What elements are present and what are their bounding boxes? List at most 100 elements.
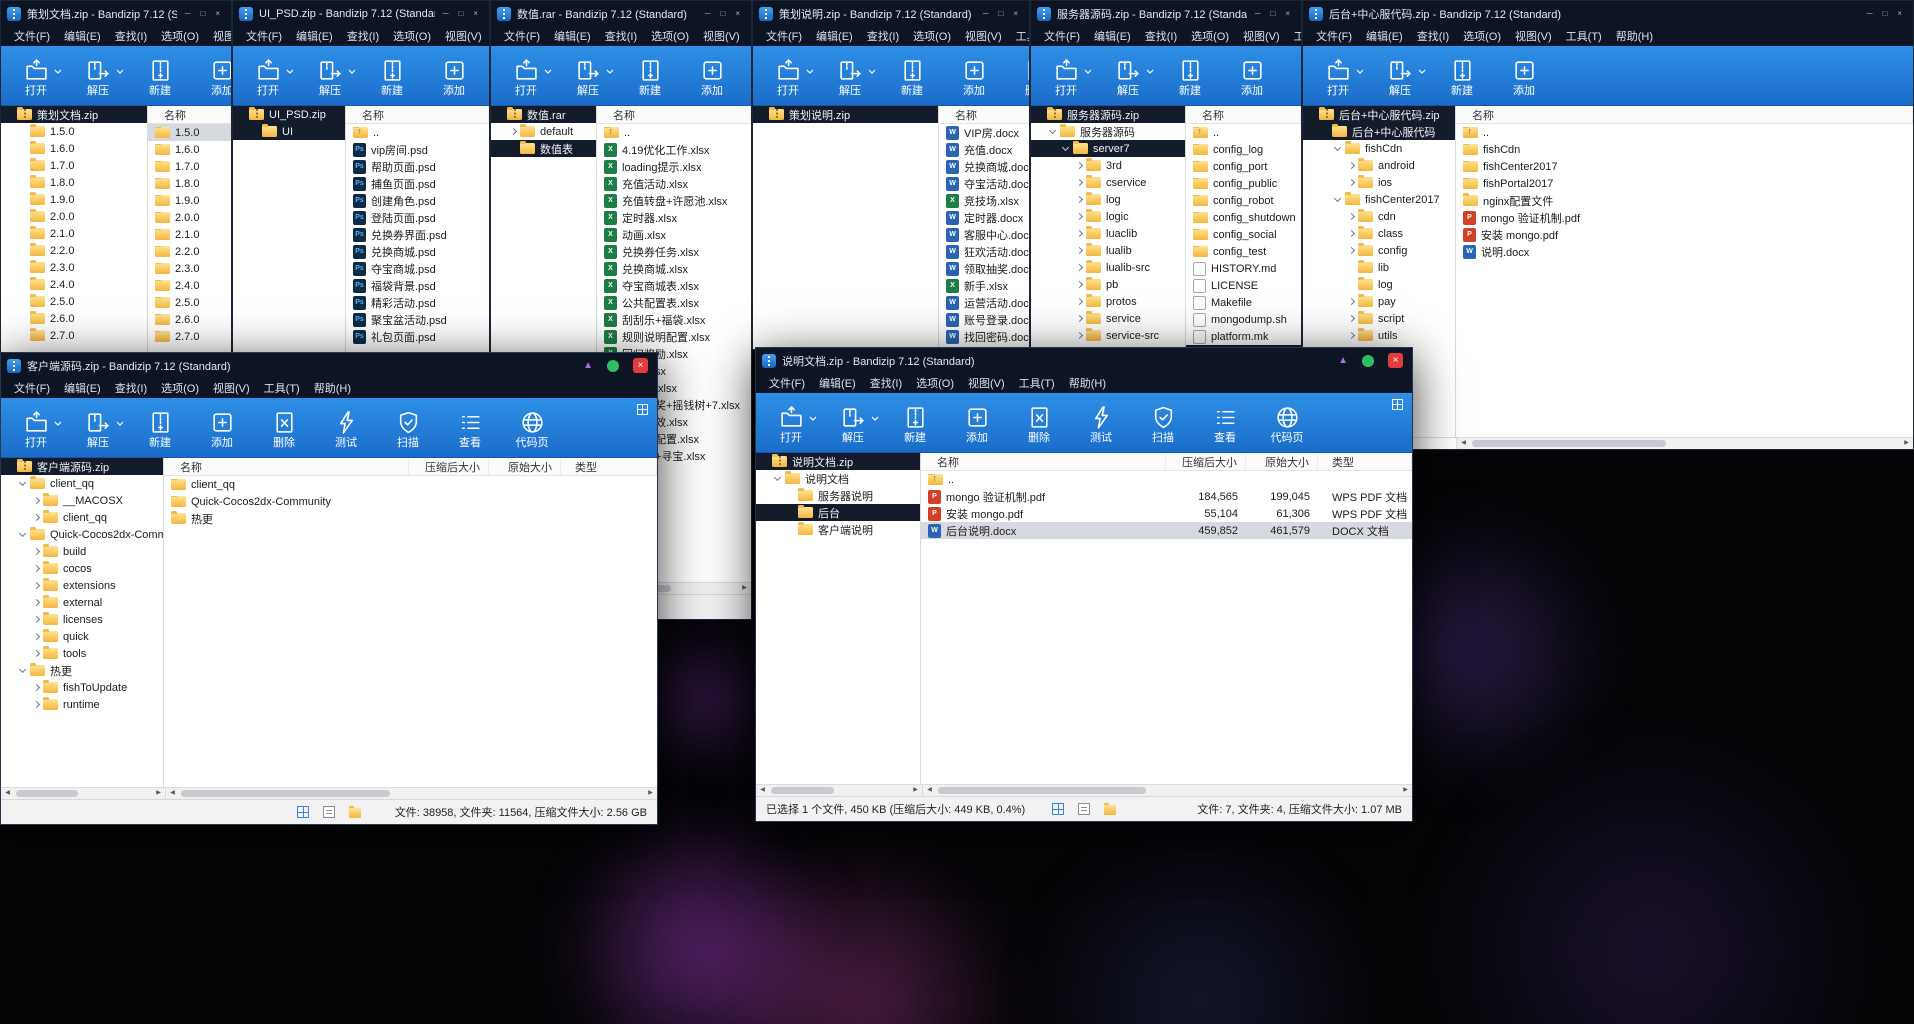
- scroll-right-arrow-icon[interactable]: ▶: [738, 583, 751, 594]
- chevron-down-icon[interactable]: [1333, 194, 1344, 205]
- scroll-thumb[interactable]: [16, 790, 78, 797]
- dropdown-arrow-icon[interactable]: [116, 69, 124, 75]
- tree-item[interactable]: 说明文档: [756, 470, 920, 487]
- file-row[interactable]: ..: [1456, 124, 1913, 141]
- folders-view-icon[interactable]: [1104, 805, 1116, 815]
- menu-item[interactable]: 文件(F): [759, 28, 809, 44]
- toolbar-button-extract[interactable]: 解压: [819, 49, 881, 105]
- file-row[interactable]: Ps登陆页面.psd: [346, 209, 489, 226]
- dropdown-arrow-icon[interactable]: [544, 69, 552, 75]
- toolbar-button-add[interactable]: 添加: [943, 49, 1005, 105]
- tree-item[interactable]: logic: [1031, 208, 1185, 225]
- tree-item[interactable]: 后台+中心服代码.zip: [1303, 106, 1455, 123]
- horizontal-scrollbar[interactable]: ◀▶: [756, 785, 922, 796]
- toolbar-button-scan[interactable]: 扫描: [1132, 396, 1194, 452]
- chevron-right-icon[interactable]: [1074, 262, 1085, 273]
- toolbar-button-new-archive[interactable]: 新建: [129, 401, 191, 457]
- tree-item[interactable]: external: [1, 594, 163, 611]
- toolbar-button-test[interactable]: 测试: [315, 401, 377, 457]
- tree-item[interactable]: 说明文档.zip: [756, 453, 920, 470]
- titlebar[interactable]: UI_PSD.zip - Bandizip 7.12 (Standard)─□×: [233, 1, 489, 26]
- dropdown-arrow-icon[interactable]: [809, 416, 817, 422]
- tree-item[interactable]: 客户端源码.zip: [1, 458, 163, 475]
- file-row[interactable]: W定时器.docx: [939, 209, 1029, 226]
- chevron-right-icon[interactable]: [1074, 160, 1085, 171]
- tree-item[interactable]: client_qq: [1, 475, 163, 492]
- file-row[interactable]: Ps精彩活动.psd: [346, 294, 489, 311]
- tree-item[interactable]: 1.5.0: [1, 123, 147, 140]
- file-row[interactable]: X刮刮乐+福袋.xlsx: [597, 311, 751, 328]
- toolbar-button-add[interactable]: 添加: [1221, 49, 1283, 105]
- tree-item[interactable]: build: [1, 543, 163, 560]
- minimize-button[interactable]: ─: [1253, 10, 1263, 18]
- scroll-right-arrow-icon[interactable]: ▶: [152, 788, 165, 799]
- scroll-right-arrow-icon[interactable]: ▶: [909, 785, 922, 796]
- menu-item[interactable]: 选项(O): [909, 375, 961, 391]
- menu-item[interactable]: 文件(F): [1309, 28, 1359, 44]
- tree-item[interactable]: 2.4.0: [1, 276, 147, 293]
- menu-item[interactable]: 帮助(H): [1609, 28, 1660, 44]
- menu-item[interactable]: 查找(I): [598, 28, 644, 44]
- toolbar-button-add[interactable]: 添加: [191, 401, 253, 457]
- layout-grid-icon[interactable]: [637, 404, 648, 415]
- toolbar-button-view[interactable]: 查看: [439, 401, 501, 457]
- tree-item[interactable]: fishToUpdate: [1, 679, 163, 696]
- toolbar-button-extract[interactable]: 解压: [1369, 49, 1431, 105]
- maximize-button[interactable]: [1362, 355, 1374, 367]
- scroll-track[interactable]: [769, 785, 909, 796]
- close-button[interactable]: ×: [1388, 353, 1403, 368]
- menu-item[interactable]: 编辑(E): [547, 28, 598, 44]
- column-header-name[interactable]: 名称: [921, 453, 1166, 470]
- toolbar-button-codepage[interactable]: 代码页: [501, 401, 563, 457]
- tree-item[interactable]: 热更: [1, 662, 163, 679]
- tree-item[interactable]: android: [1303, 157, 1455, 174]
- toolbar-button-new-archive[interactable]: 新建: [881, 49, 943, 105]
- file-row[interactable]: 2.1.0: [148, 226, 231, 243]
- menu-item[interactable]: 查找(I): [1138, 28, 1184, 44]
- scroll-track[interactable]: [179, 788, 644, 799]
- chevron-right-icon[interactable]: [1074, 245, 1085, 256]
- file-row[interactable]: 2.6.0: [148, 311, 231, 328]
- menu-item[interactable]: 视图(V): [961, 375, 1012, 391]
- chevron-right-icon[interactable]: [31, 495, 42, 506]
- tree-item[interactable]: 1.9.0: [1, 191, 147, 208]
- chevron-right-icon[interactable]: [508, 126, 519, 137]
- file-row[interactable]: config_port: [1186, 158, 1301, 175]
- titlebar[interactable]: 策划文档.zip - Bandizip 7.12 (Standard)─□×: [1, 1, 231, 26]
- horizontal-scrollbar[interactable]: ◀▶: [165, 788, 657, 799]
- tree-item[interactable]: cocos: [1, 560, 163, 577]
- scroll-right-arrow-icon[interactable]: ▶: [1399, 785, 1412, 796]
- column-header-name[interactable]: 名称: [1186, 106, 1301, 123]
- column-header-name[interactable]: 名称: [1456, 106, 1913, 123]
- chevron-down-icon[interactable]: [18, 529, 29, 540]
- tree-item[interactable]: runtime: [1, 696, 163, 713]
- menu-item[interactable]: 选项(O): [1184, 28, 1236, 44]
- menu-item[interactable]: 选项(O): [154, 28, 206, 44]
- tree-item[interactable]: cservice: [1031, 174, 1185, 191]
- chevron-right-icon[interactable]: [31, 546, 42, 557]
- file-row[interactable]: X定时器.xlsx: [597, 209, 751, 226]
- chevron-right-icon[interactable]: [31, 631, 42, 642]
- file-row[interactable]: mongodump.sh: [1186, 311, 1301, 328]
- menu-item[interactable]: 视图(V): [696, 28, 747, 44]
- tree-item[interactable]: 客户端说明: [756, 521, 920, 538]
- tree-item[interactable]: lualib-src: [1031, 259, 1185, 276]
- toolbar-button-open[interactable]: 打开: [1307, 49, 1369, 105]
- dropdown-arrow-icon[interactable]: [606, 69, 614, 75]
- menu-item[interactable]: 文件(F): [239, 28, 289, 44]
- titlebar[interactable]: 数值.rar - Bandizip 7.12 (Standard)─□×: [491, 1, 751, 26]
- file-row[interactable]: fishCdn: [1456, 141, 1913, 158]
- toolbar-button-extract[interactable]: 解压: [1097, 49, 1159, 105]
- menu-item[interactable]: 视图(V): [958, 28, 1009, 44]
- close-button[interactable]: ×: [733, 10, 742, 18]
- file-row[interactable]: 1.7.0: [148, 158, 231, 175]
- chevron-down-icon[interactable]: [1061, 143, 1072, 154]
- chevron-down-icon[interactable]: [18, 478, 29, 489]
- file-row[interactable]: X新手.xlsx: [939, 277, 1029, 294]
- scroll-left-arrow-icon[interactable]: ◀: [756, 785, 769, 796]
- toolbar-button-add[interactable]: 添加: [681, 49, 743, 105]
- menu-item[interactable]: 选项(O): [1456, 28, 1508, 44]
- chevron-right-icon[interactable]: [1346, 211, 1357, 222]
- tree-item[interactable]: 策划文档.zip: [1, 106, 147, 123]
- menu-item[interactable]: 工具(T): [1012, 375, 1062, 391]
